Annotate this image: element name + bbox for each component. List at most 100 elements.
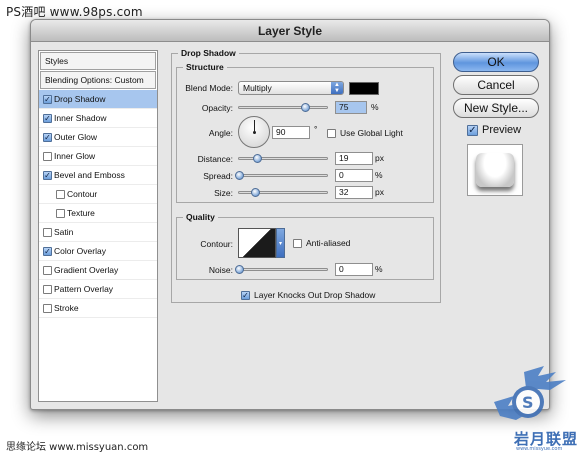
checkbox-outer-glow[interactable]: ✓ xyxy=(43,133,52,142)
anti-aliased-label: Anti-aliased xyxy=(306,238,351,248)
noise-label: Noise: xyxy=(208,265,233,275)
layer-knocks-out-checkbox[interactable]: ✓ xyxy=(241,291,250,301)
cancel-button[interactable]: Cancel xyxy=(453,75,539,95)
checkbox-contour[interactable] xyxy=(56,190,65,199)
use-global-light[interactable]: Use Global Light xyxy=(327,128,403,139)
layer-style-dialog: Layer Style Styles Blending Options: Cus… xyxy=(30,19,550,410)
blending-options-item[interactable]: Blending Options: Custom xyxy=(40,71,156,89)
style-item-label: Inner Shadow xyxy=(54,113,107,123)
style-item-label: Satin xyxy=(54,227,74,237)
checkbox-bevel-emboss[interactable]: ✓ xyxy=(43,171,52,180)
spread-label: Spread: xyxy=(203,171,233,181)
noise-input[interactable]: 0 xyxy=(335,263,373,276)
distance-unit: px xyxy=(375,153,384,163)
style-item-outer-glow[interactable]: ✓ Outer Glow xyxy=(39,128,157,147)
svg-text:S: S xyxy=(522,393,534,412)
style-item-label: Outer Glow xyxy=(54,132,97,142)
shadow-color-swatch[interactable] xyxy=(349,82,379,95)
spread-slider-track[interactable] xyxy=(238,174,328,177)
style-item-label: Bevel and Emboss xyxy=(54,170,125,180)
size-unit: px xyxy=(375,187,384,197)
style-item-inner-glow[interactable]: Inner Glow xyxy=(39,147,157,166)
style-item-pattern-overlay[interactable]: Pattern Overlay xyxy=(39,280,157,299)
style-item-label: Color Overlay xyxy=(54,246,106,256)
opacity-label: Opacity: xyxy=(201,103,233,113)
layer-knocks-out-label: Layer Knocks Out Drop Shadow xyxy=(254,290,376,300)
style-item-color-overlay[interactable]: ✓ Color Overlay xyxy=(39,242,157,261)
style-item-satin[interactable]: Satin xyxy=(39,223,157,242)
preview-label: Preview xyxy=(482,124,522,136)
checkbox-satin[interactable] xyxy=(43,228,52,237)
checkbox-texture[interactable] xyxy=(56,209,65,218)
layer-knocks-out[interactable]: ✓ Layer Knocks Out Drop Shadow xyxy=(241,290,376,301)
angle-input[interactable]: 90 xyxy=(272,126,310,139)
blend-mode-label: Blend Mode: xyxy=(185,83,233,93)
watermark-top: PS酒吧 www.98ps.com xyxy=(6,5,143,19)
quality-title: Quality xyxy=(183,212,218,222)
style-item-inner-shadow[interactable]: ✓ Inner Shadow xyxy=(39,109,157,128)
style-item-label: Gradient Overlay xyxy=(54,265,119,275)
anti-aliased-checkbox[interactable] xyxy=(293,239,302,249)
style-preview xyxy=(467,144,523,196)
contour-dropdown-icon[interactable]: ▾ xyxy=(276,228,285,258)
distance-slider-track[interactable] xyxy=(238,157,328,160)
use-global-light-checkbox[interactable] xyxy=(327,129,336,139)
style-item-contour[interactable]: Contour xyxy=(39,185,157,204)
checkbox-color-overlay[interactable]: ✓ xyxy=(43,247,52,256)
checkbox-inner-glow[interactable] xyxy=(43,152,52,161)
blend-mode-value: Multiply xyxy=(243,83,272,93)
use-global-light-label: Use Global Light xyxy=(340,128,403,138)
preview-checkbox[interactable]: ✓ xyxy=(467,124,478,136)
noise-slider-track[interactable] xyxy=(238,268,328,271)
styles-header[interactable]: Styles xyxy=(40,52,156,70)
checkbox-gradient-overlay[interactable] xyxy=(43,266,52,275)
angle-unit: ° xyxy=(314,124,318,134)
style-item-label: Texture xyxy=(67,208,95,218)
checkbox-stroke[interactable] xyxy=(43,304,52,313)
style-item-gradient-overlay[interactable]: Gradient Overlay xyxy=(39,261,157,280)
angle-dial-center xyxy=(253,131,256,134)
size-input[interactable]: 32 xyxy=(335,186,373,199)
angle-dial[interactable] xyxy=(238,116,270,148)
spread-input[interactable]: 0 xyxy=(335,169,373,182)
ok-button[interactable]: OK xyxy=(453,52,539,72)
opacity-slider-thumb[interactable] xyxy=(301,103,310,112)
new-style-button[interactable]: New Style... xyxy=(453,98,539,118)
spread-slider-thumb[interactable] xyxy=(235,171,244,180)
style-item-drop-shadow[interactable]: ✓ Drop Shadow xyxy=(39,90,157,109)
checkbox-drop-shadow[interactable]: ✓ xyxy=(43,95,52,104)
size-slider-thumb[interactable] xyxy=(251,188,260,197)
contour-label: Contour: xyxy=(200,239,233,249)
style-item-label: Contour xyxy=(67,189,98,199)
chevron-updown-icon: ▲ ▼ xyxy=(331,82,343,94)
style-item-bevel-emboss[interactable]: ✓ Bevel and Emboss xyxy=(39,166,157,185)
structure-title: Structure xyxy=(183,62,227,72)
distance-label: Distance: xyxy=(197,154,233,164)
opacity-input[interactable]: 75 xyxy=(335,101,367,114)
style-item-label: Pattern Overlay xyxy=(54,284,114,294)
checkbox-inner-shadow[interactable]: ✓ xyxy=(43,114,52,123)
drop-shadow-title: Drop Shadow xyxy=(178,48,239,58)
dialog-title: Layer Style xyxy=(31,20,549,42)
style-preview-thumbnail xyxy=(476,153,514,187)
blend-mode-select[interactable]: Multiply ▲ ▼ xyxy=(238,81,344,95)
size-label: Size: xyxy=(214,188,233,198)
anti-aliased[interactable]: Anti-aliased xyxy=(293,238,351,249)
style-item-texture[interactable]: Texture xyxy=(39,204,157,223)
noise-unit: % xyxy=(375,264,383,274)
distance-slider-thumb[interactable] xyxy=(253,154,262,163)
preview-toggle[interactable]: ✓ Preview xyxy=(467,124,521,136)
angle-label: Angle: xyxy=(208,128,233,138)
distance-input[interactable]: 19 xyxy=(335,152,373,165)
watermark-bottom: 思缘论坛 www.missyuan.com xyxy=(6,442,149,453)
style-item-label: Drop Shadow xyxy=(54,94,106,104)
style-item-label: Stroke xyxy=(54,303,79,313)
spread-unit: % xyxy=(375,170,383,180)
watermark-logo-url: www.missyue.com xyxy=(516,446,563,452)
contour-preview[interactable] xyxy=(238,228,276,258)
opacity-unit: % xyxy=(371,102,379,112)
checkbox-pattern-overlay[interactable] xyxy=(43,285,52,294)
noise-slider-thumb[interactable] xyxy=(235,265,244,274)
opacity-slider-track[interactable] xyxy=(238,106,328,109)
style-item-stroke[interactable]: Stroke xyxy=(39,299,157,318)
